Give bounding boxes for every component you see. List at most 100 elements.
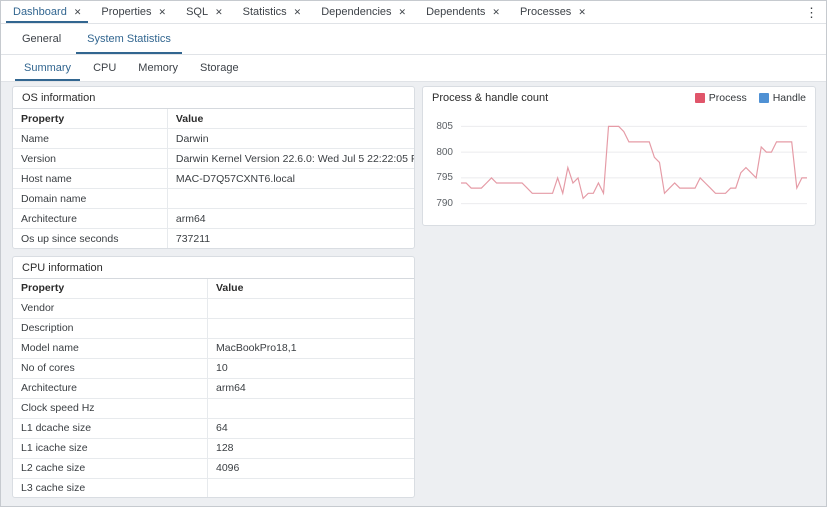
y-axis-tick: 800 bbox=[423, 147, 453, 158]
tab-system-statistics[interactable]: System Statistics bbox=[74, 24, 184, 54]
tab-summary[interactable]: Summary bbox=[13, 55, 82, 81]
column-header-property: Property bbox=[13, 278, 207, 298]
cpu-information-table: Property Value Vendor Description bbox=[13, 278, 414, 498]
tab-label: Memory bbox=[138, 62, 178, 74]
property-cell: Model name bbox=[13, 338, 207, 358]
tab-label: SQL bbox=[186, 6, 208, 18]
property-cell: Domain name bbox=[13, 189, 167, 209]
tab-sql[interactable]: SQL ✕ bbox=[176, 1, 233, 23]
table-row: L1 icache size 128 bbox=[13, 438, 414, 458]
pgadmin-dashboard-window: Dashboard ✕ Properties ✕ SQL ✕ Statistic… bbox=[0, 0, 827, 507]
legend-label: Process bbox=[709, 92, 747, 104]
value-cell bbox=[207, 298, 414, 318]
tab-label: Dashboard bbox=[13, 6, 67, 18]
legend-item-process: Process bbox=[695, 92, 747, 104]
value-cell: arm64 bbox=[207, 378, 414, 398]
table-row: Version Darwin Kernel Version 22.6.0: We… bbox=[13, 149, 414, 169]
chart-legend: Process Handle bbox=[695, 92, 806, 104]
more-options-icon[interactable]: ⋮ bbox=[797, 6, 826, 19]
table-row: Description bbox=[13, 318, 414, 338]
close-tab-icon[interactable]: ✕ bbox=[578, 8, 586, 17]
tab-label: Summary bbox=[24, 62, 71, 74]
property-cell: Architecture bbox=[13, 209, 167, 229]
value-cell: Darwin bbox=[167, 129, 414, 149]
close-tab-icon[interactable]: ✕ bbox=[294, 8, 302, 17]
value-cell: 737211 bbox=[167, 229, 414, 249]
close-tab-icon[interactable]: ✕ bbox=[399, 8, 407, 17]
table-row: No of cores 10 bbox=[13, 358, 414, 378]
summary-content: OS information Property Value Name Darwi… bbox=[1, 82, 826, 506]
chart-header: Process & handle count Process Handle bbox=[423, 87, 815, 107]
table-row: Os up since seconds 737211 bbox=[13, 229, 414, 249]
property-cell: L2 cache size bbox=[13, 458, 207, 478]
value-cell: arm64 bbox=[167, 209, 414, 229]
column-header-value: Value bbox=[207, 278, 414, 298]
tab-label: Dependents bbox=[426, 6, 485, 18]
close-tab-icon[interactable]: ✕ bbox=[492, 8, 500, 17]
tab-label: General bbox=[22, 33, 61, 45]
property-cell: Description bbox=[13, 318, 207, 338]
table-header-row: Property Value bbox=[13, 109, 414, 129]
close-tab-icon[interactable]: ✕ bbox=[159, 8, 167, 17]
tab-storage[interactable]: Storage bbox=[189, 55, 250, 81]
handle-legend-swatch bbox=[759, 93, 769, 103]
legend-item-handle: Handle bbox=[759, 92, 806, 104]
cpu-information-panel: CPU information Property Value Vendor bbox=[12, 256, 415, 498]
value-cell bbox=[207, 318, 414, 338]
tab-dashboard[interactable]: Dashboard ✕ bbox=[3, 1, 91, 23]
chart-title: Process & handle count bbox=[432, 92, 548, 104]
tab-label: Dependencies bbox=[321, 6, 391, 18]
tab-label: Statistics bbox=[243, 6, 287, 18]
table-row: L3 cache size bbox=[13, 478, 414, 498]
os-information-table: Property Value Name Darwin Version Darwi… bbox=[13, 108, 414, 249]
tab-cpu[interactable]: CPU bbox=[82, 55, 127, 81]
property-cell: No of cores bbox=[13, 358, 207, 378]
dashboard-tab-bar: General System Statistics bbox=[1, 24, 826, 55]
table-row: Host name MAC-D7Q57CXNT6.local bbox=[13, 169, 414, 189]
tab-dependencies[interactable]: Dependencies ✕ bbox=[311, 1, 416, 23]
close-tab-icon[interactable]: ✕ bbox=[215, 8, 223, 17]
value-cell: 4096 bbox=[207, 458, 414, 478]
tab-label: CPU bbox=[93, 62, 116, 74]
value-cell bbox=[167, 189, 414, 209]
close-tab-icon[interactable]: ✕ bbox=[74, 8, 82, 17]
property-cell: Host name bbox=[13, 169, 167, 189]
property-cell: Architecture bbox=[13, 378, 207, 398]
tab-processes[interactable]: Processes ✕ bbox=[510, 1, 596, 23]
table-row: Model name MacBookPro18,1 bbox=[13, 338, 414, 358]
value-cell: Darwin Kernel Version 22.6.0: Wed Jul 5 … bbox=[167, 149, 414, 169]
tab-label: Properties bbox=[101, 6, 151, 18]
tab-memory[interactable]: Memory bbox=[127, 55, 189, 81]
column-header-property: Property bbox=[13, 109, 167, 129]
tab-statistics[interactable]: Statistics ✕ bbox=[233, 1, 312, 23]
process-legend-swatch bbox=[695, 93, 705, 103]
column-header-value: Value bbox=[167, 109, 414, 129]
property-cell: Version bbox=[13, 149, 167, 169]
tab-general[interactable]: General bbox=[9, 24, 74, 54]
value-cell: MacBookPro18,1 bbox=[207, 338, 414, 358]
property-cell: L1 dcache size bbox=[13, 418, 207, 438]
value-cell: 128 bbox=[207, 438, 414, 458]
tab-properties[interactable]: Properties ✕ bbox=[91, 1, 176, 23]
tab-dependents[interactable]: Dependents ✕ bbox=[416, 1, 510, 23]
table-header-row: Property Value bbox=[13, 278, 414, 298]
table-row: Architecture arm64 bbox=[13, 209, 414, 229]
y-axis-tick: 795 bbox=[423, 172, 453, 183]
table-row: Clock speed Hz bbox=[13, 398, 414, 418]
table-row: Vendor bbox=[13, 298, 414, 318]
process-handle-count-panel: Process & handle count Process Handle bbox=[422, 86, 816, 226]
tab-label: System Statistics bbox=[87, 33, 171, 45]
y-axis-tick: 805 bbox=[423, 121, 453, 132]
os-information-panel: OS information Property Value Name Darwi… bbox=[12, 86, 415, 249]
property-cell: Clock speed Hz bbox=[13, 398, 207, 418]
y-axis-tick: 790 bbox=[423, 198, 453, 209]
statistics-tab-bar: Summary CPU Memory Storage bbox=[1, 55, 826, 82]
property-cell: Os up since seconds bbox=[13, 229, 167, 249]
table-row: L1 dcache size 64 bbox=[13, 418, 414, 438]
property-cell: L3 cache size bbox=[13, 478, 207, 498]
value-cell: 64 bbox=[207, 418, 414, 438]
table-row: Name Darwin bbox=[13, 129, 414, 149]
tab-label: Storage bbox=[200, 62, 239, 74]
panel-title: OS information bbox=[13, 87, 414, 108]
property-cell: Vendor bbox=[13, 298, 207, 318]
